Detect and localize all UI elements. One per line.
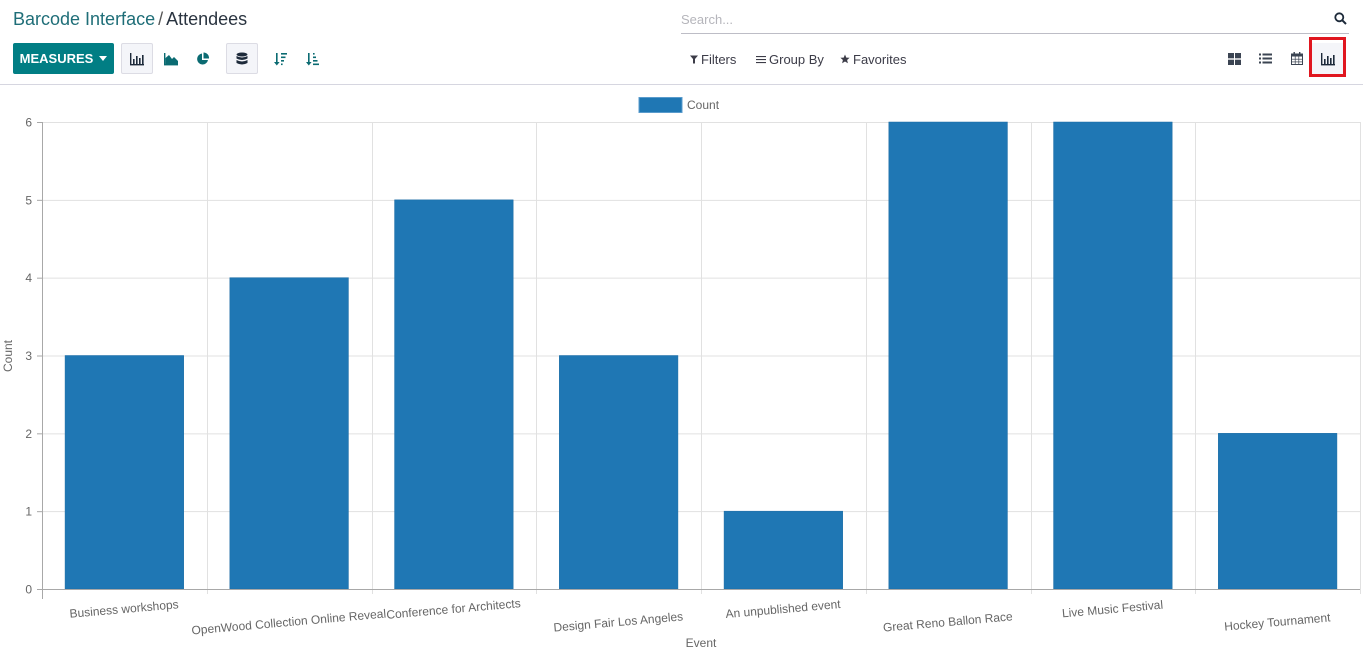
filter-icon — [690, 55, 698, 63]
star-icon — [840, 54, 850, 64]
x-tick-label: Great Reno Ballon Race — [882, 609, 1013, 634]
y-tick-label: 0 — [25, 583, 32, 597]
favorites-button[interactable]: Favorites — [840, 50, 906, 68]
view-list-button[interactable] — [1249, 43, 1281, 74]
chart-legend: Count — [638, 97, 720, 113]
search-bar — [681, 6, 1349, 34]
control-panel: Barcode Interface / Attendees MEASURES S… — [0, 0, 1363, 85]
bar-conference-for-architects[interactable] — [394, 199, 514, 590]
view-kanban-button[interactable] — [1218, 43, 1250, 74]
bar-live-music-festival[interactable] — [1053, 121, 1173, 590]
favorites-label: Favorites — [853, 51, 907, 67]
bar-design-fair-los-angeles[interactable] — [559, 355, 679, 590]
sort-amount-asc-icon — [306, 52, 319, 65]
list-icon — [1258, 53, 1272, 64]
filters-label: Filters — [701, 51, 737, 67]
breadcrumb-current: Attendees — [166, 9, 248, 29]
calendar-icon — [1291, 52, 1303, 65]
bar-chart: 0 1 2 3 4 5 6 Business workshops OpenWood Collec… — [1, 97, 1361, 650]
bar-chart-icon — [130, 52, 144, 65]
x-axis-title: Event — [686, 636, 717, 650]
line-chart-button[interactable] — [155, 43, 187, 74]
y-tick-label: 2 — [25, 427, 32, 441]
y-tick-label: 4 — [25, 271, 32, 285]
x-tick-label: Hockey Tournament — [1224, 610, 1332, 633]
y-tick-label: 6 — [25, 116, 32, 130]
view-graph-button[interactable] — [1312, 43, 1344, 74]
legend-label-count[interactable]: Count — [687, 98, 720, 112]
x-tick-label: OpenWood Collection Online Reveal — [191, 607, 387, 638]
search-input[interactable] — [681, 9, 1321, 29]
x-tick-label: An unpublished event — [725, 597, 842, 621]
sort-descending-button[interactable] — [265, 43, 297, 74]
view-calendar-button[interactable] — [1281, 43, 1313, 74]
bar-hockey-tournament[interactable] — [1218, 433, 1338, 590]
bar-business-workshops[interactable] — [64, 355, 184, 590]
x-tick-label: Business workshops — [69, 597, 179, 620]
filters-button[interactable]: Filters — [690, 50, 736, 68]
x-tick-label: Conference for Architects — [386, 596, 521, 622]
bars-icon — [756, 55, 766, 63]
database-icon — [236, 52, 248, 64]
legend-swatch-count[interactable] — [638, 97, 683, 113]
measures-label: MEASURES — [19, 51, 94, 66]
x-tick-label: Live Music Festival — [1061, 598, 1163, 621]
pie-chart-icon — [197, 51, 210, 64]
stacked-toggle-button[interactable] — [226, 43, 258, 74]
breadcrumb-parent-link[interactable]: Barcode Interface — [13, 9, 155, 29]
y-axis-title: Count — [1, 339, 15, 372]
bar-chart-icon — [1321, 52, 1335, 65]
sort-ascending-button[interactable] — [297, 43, 329, 74]
bar-chart-button[interactable] — [121, 43, 153, 74]
graph-view: 0 1 2 3 4 5 6 Business workshops OpenWood Collec… — [0, 86, 1363, 655]
pie-chart-button[interactable] — [187, 43, 219, 74]
sort-amount-desc-icon — [274, 52, 287, 65]
area-chart-icon — [164, 52, 178, 65]
breadcrumb: Barcode Interface / Attendees — [13, 9, 247, 30]
x-tick-label: Design Fair Los Angeles — [553, 609, 684, 634]
bar-openwood-collection-online-reveal[interactable] — [229, 277, 349, 590]
group-by-label: Group By — [769, 51, 824, 67]
bar-great-reno-ballon-race[interactable] — [888, 121, 1008, 590]
y-tick-label: 3 — [25, 349, 32, 363]
measures-dropdown-button[interactable]: MEASURES — [13, 43, 114, 74]
caret-down-icon — [99, 56, 108, 61]
search-icon[interactable] — [1334, 12, 1347, 25]
breadcrumb-separator: / — [158, 9, 164, 29]
bar-an-unpublished-event[interactable] — [723, 510, 843, 590]
th-large-icon — [1227, 52, 1241, 65]
y-tick-label: 1 — [25, 505, 32, 519]
y-tick-label: 5 — [25, 193, 32, 207]
group-by-button[interactable]: Group By — [756, 50, 824, 68]
